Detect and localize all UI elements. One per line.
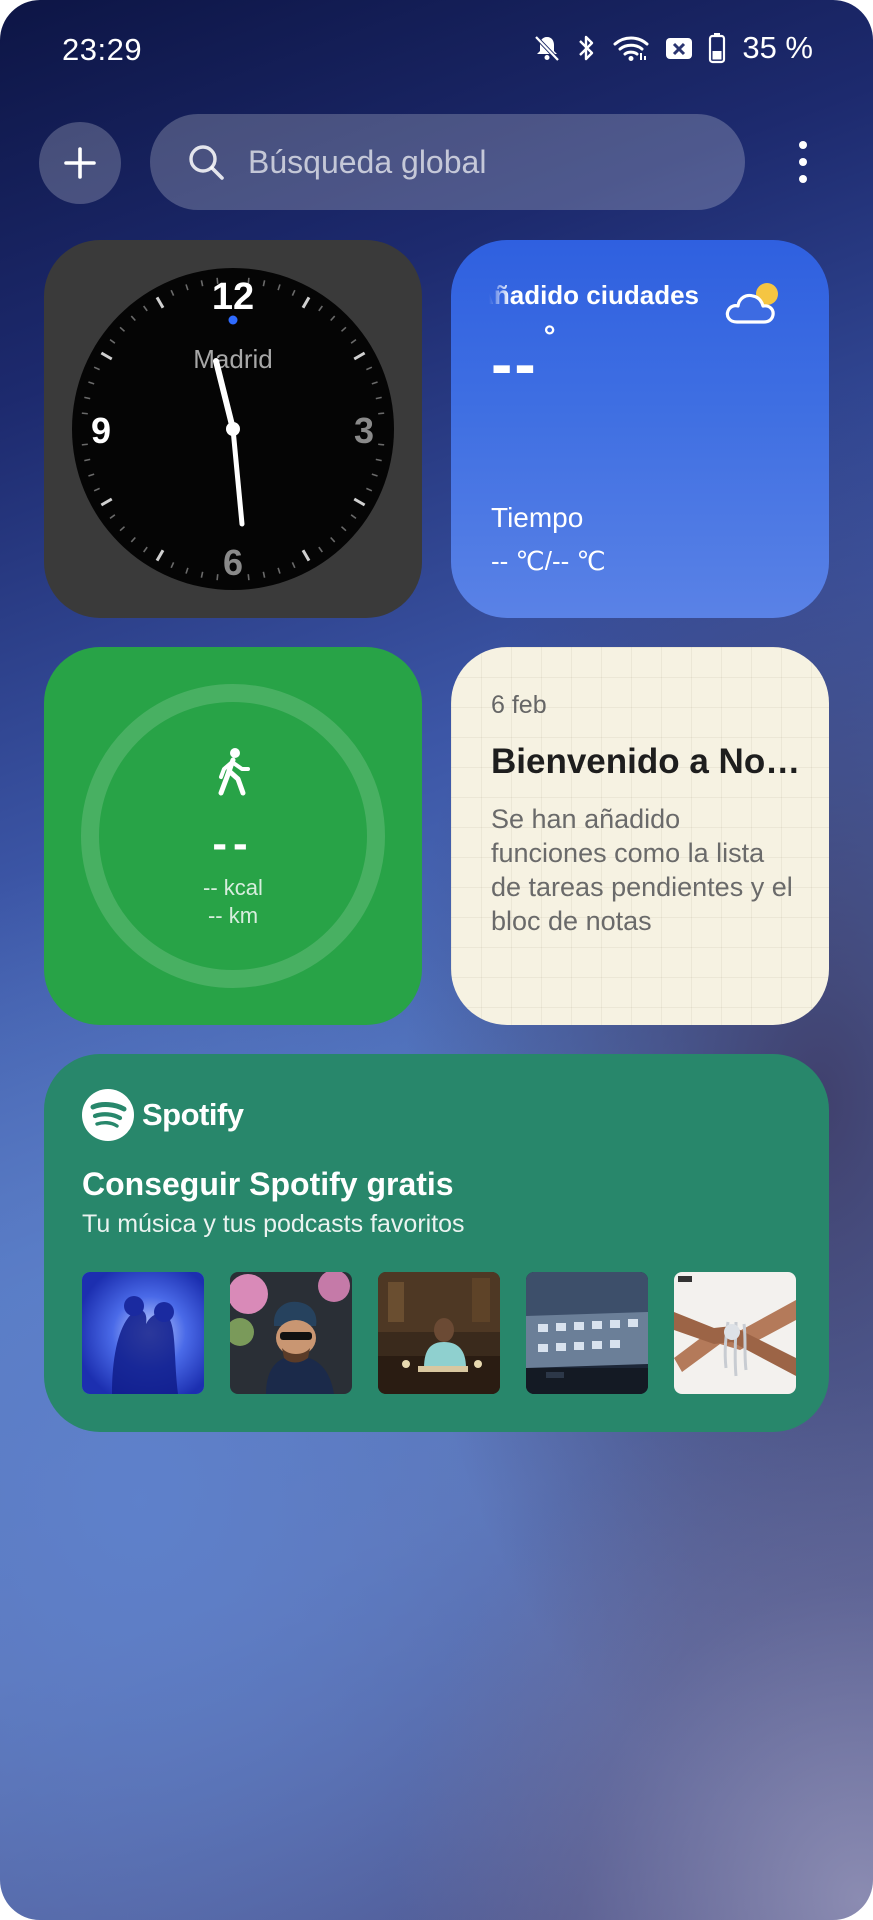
clock-city: Madrid <box>193 344 272 374</box>
weather-degree: ° <box>543 320 558 353</box>
sim-off-icon <box>666 38 693 59</box>
weather-temperature: -- ° <box>491 322 558 397</box>
clock-tick <box>81 412 88 415</box>
clock-widget[interactable]: 12 3 6 9 Madrid <box>44 240 422 618</box>
notes-widget[interactable]: 6 feb Bienvenido a Notas Se han añadido … <box>451 647 829 1025</box>
analog-clock-face: 12 3 6 9 Madrid <box>72 268 394 590</box>
note-body: Se han añadido funciones como la lista d… <box>491 804 793 936</box>
clock-tick <box>216 574 219 581</box>
global-search-bar[interactable] <box>150 114 745 210</box>
mute-icon <box>534 35 560 62</box>
clock-numeral-12: 12 <box>212 276 254 318</box>
steps-widget[interactable]: -- -- kcal -- km <box>44 647 422 1025</box>
album-cover-4[interactable] <box>526 1272 648 1394</box>
steps-km: -- km <box>207 903 259 928</box>
note-title: Bienvenido a Notas <box>491 742 801 781</box>
album-cover-1[interactable] <box>82 1272 204 1394</box>
clock-center <box>226 422 240 436</box>
weather-app-label: Tiempo <box>491 502 584 533</box>
walking-icon <box>218 748 250 796</box>
weather-temperature-value: -- <box>491 328 538 400</box>
clock-numeral-6: 6 <box>223 542 243 583</box>
search-input[interactable] <box>246 142 710 182</box>
wifi-icon <box>613 36 649 61</box>
clock-numeral-3: 3 <box>354 410 374 451</box>
more-vertical-icon <box>799 141 807 149</box>
steps-kcal: -- kcal <box>203 875 263 900</box>
album-cover-2[interactable] <box>230 1272 352 1394</box>
album-cover-3[interactable] <box>378 1272 500 1394</box>
spotify-icon <box>82 1089 134 1141</box>
steps-count: -- <box>212 819 254 868</box>
spotify-title: Conseguir Spotify gratis <box>82 1166 454 1202</box>
clock-tick <box>247 574 250 581</box>
home-screen: 23:29 35 % Búsqueda global 12 3 6 9 Madr… <box>0 0 873 1920</box>
weather-widget[interactable]: Añadido ciudades -- ° Tiempo -- ℃/-- ℃ <box>451 240 829 618</box>
more-options-button[interactable] <box>780 130 826 194</box>
clock-tick <box>378 443 385 446</box>
add-widget-button[interactable] <box>39 122 121 204</box>
status-bar: 23:29 35 % <box>0 0 873 100</box>
album-cover-5[interactable] <box>674 1272 796 1394</box>
weather-cities-label: Añadido ciudades <box>489 280 699 310</box>
partly-cloudy-icon <box>723 278 785 328</box>
battery-icon <box>709 33 726 64</box>
status-icons: 35 % <box>532 30 813 66</box>
bluetooth-icon <box>579 35 594 61</box>
spotify-logo: Spotify <box>82 1089 244 1141</box>
clock-numeral-9: 9 <box>91 410 111 451</box>
spotify-wordmark: Spotify <box>142 1097 244 1132</box>
weather-range: -- ℃/-- ℃ <box>491 546 606 576</box>
plus-icon <box>64 147 96 179</box>
spotify-widget[interactable]: Spotify Conseguir Spotify gratis Tu músi… <box>44 1054 829 1432</box>
search-icon <box>186 142 226 182</box>
status-time: 23:29 <box>62 32 143 67</box>
album-list <box>82 1272 796 1394</box>
spotify-subtitle: Tu música y tus podcasts favoritos <box>82 1210 465 1238</box>
battery-percentage: 35 % <box>742 30 813 65</box>
clock-tick <box>81 443 88 446</box>
note-date: 6 feb <box>491 691 547 719</box>
clock-tick <box>378 412 385 415</box>
